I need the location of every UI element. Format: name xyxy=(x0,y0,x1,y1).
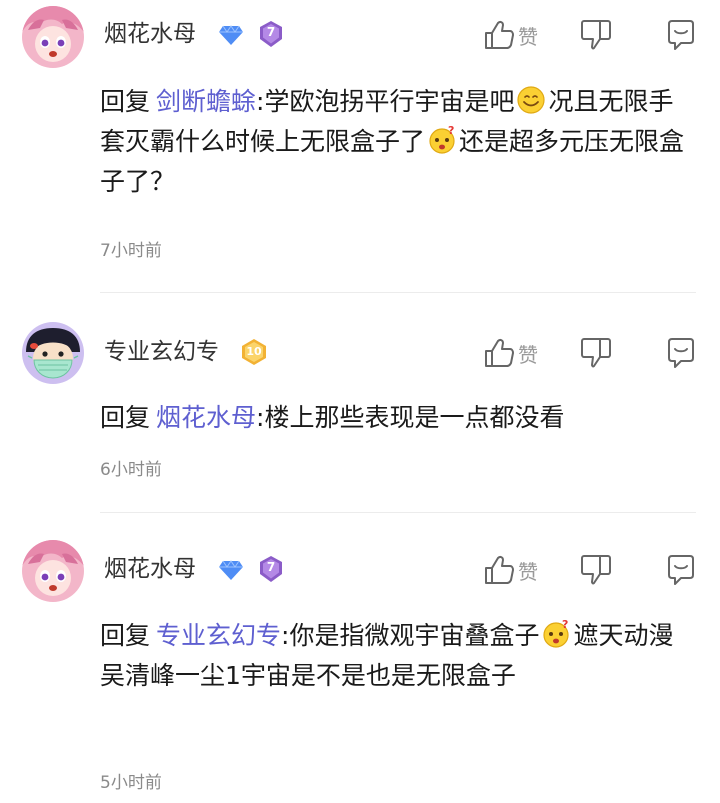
reply-prefix: 回复 xyxy=(100,87,151,116)
timestamp: 5小时前 xyxy=(100,773,162,793)
username[interactable]: 烟花水母 xyxy=(104,553,196,585)
level-badge: 7 xyxy=(258,555,284,583)
timestamp: 7小时前 xyxy=(100,241,162,261)
thumbs-up-icon[interactable] xyxy=(482,18,516,52)
like-label[interactable]: 赞 xyxy=(518,556,538,585)
timestamp: 6小时前 xyxy=(100,460,162,480)
mention-link[interactable]: 剑断蟾蜍 xyxy=(156,87,256,116)
level-number: 7 xyxy=(266,25,276,39)
comment-actions: 赞 xyxy=(480,18,720,58)
level-badge: 10 xyxy=(240,338,268,366)
mention-link[interactable]: 烟花水母 xyxy=(156,403,256,432)
comment-text: 回复 烟花水母:楼上那些表现是一点都没看 xyxy=(100,398,685,438)
username[interactable]: 专业玄幻专 xyxy=(104,336,219,368)
avatar-mask-boy xyxy=(22,322,84,384)
avatar-anime-girl xyxy=(22,540,84,602)
avatar-anime-girl xyxy=(22,6,84,68)
thumbs-down-icon[interactable] xyxy=(580,336,612,370)
user-avatar[interactable] xyxy=(22,322,84,384)
thumbs-up-icon[interactable] xyxy=(482,553,516,587)
comment-icon[interactable] xyxy=(664,336,698,370)
divider xyxy=(100,292,696,293)
diamond-badge-icon xyxy=(218,557,244,583)
comment-text-part: :楼上那些表现是一点都没看 xyxy=(256,403,565,432)
level-number: 7 xyxy=(266,560,276,574)
comment-icon[interactable] xyxy=(664,18,698,52)
divider xyxy=(100,512,696,513)
thumbs-up-icon[interactable] xyxy=(482,336,516,370)
thumbs-down-icon[interactable] xyxy=(580,18,612,52)
comment-icon[interactable] xyxy=(664,553,698,587)
reply-prefix: 回复 xyxy=(100,403,151,432)
reply-prefix: 回复 xyxy=(100,621,151,650)
comment-text-part: :学欧泡拐平行宇宙是吧 xyxy=(256,87,515,116)
username[interactable]: 烟花水母 xyxy=(104,18,196,50)
comment-text: 回复 专业玄幻专:你是指微观宇宙叠盒子 遮天动漫吴清峰一尘1宇宙是不是也是无限盒子 xyxy=(100,616,685,696)
thumbs-down-icon[interactable] xyxy=(580,553,612,587)
thinking-emoji xyxy=(541,619,571,649)
like-label[interactable]: 赞 xyxy=(518,339,538,368)
thinking-emoji xyxy=(427,125,457,155)
user-avatar[interactable] xyxy=(22,540,84,602)
level-badge: 7 xyxy=(258,20,284,48)
user-avatar[interactable] xyxy=(22,6,84,68)
like-label[interactable]: 赞 xyxy=(518,21,538,50)
comment-actions: 赞 xyxy=(480,336,720,376)
comment-text: 回复 剑断蟾蜍:学欧泡拐平行宇宙是吧 况且无限手套灭霸什么时候上无限盒子了 还是超多元… xyxy=(100,82,685,202)
smile-emoji xyxy=(516,85,546,115)
diamond-badge-icon xyxy=(218,22,244,48)
comment-text-part: :你是指微观宇宙叠盒子 xyxy=(281,621,540,650)
mention-link[interactable]: 专业玄幻专 xyxy=(156,621,281,650)
level-number: 10 xyxy=(246,345,262,358)
comment-actions: 赞 xyxy=(480,553,720,593)
